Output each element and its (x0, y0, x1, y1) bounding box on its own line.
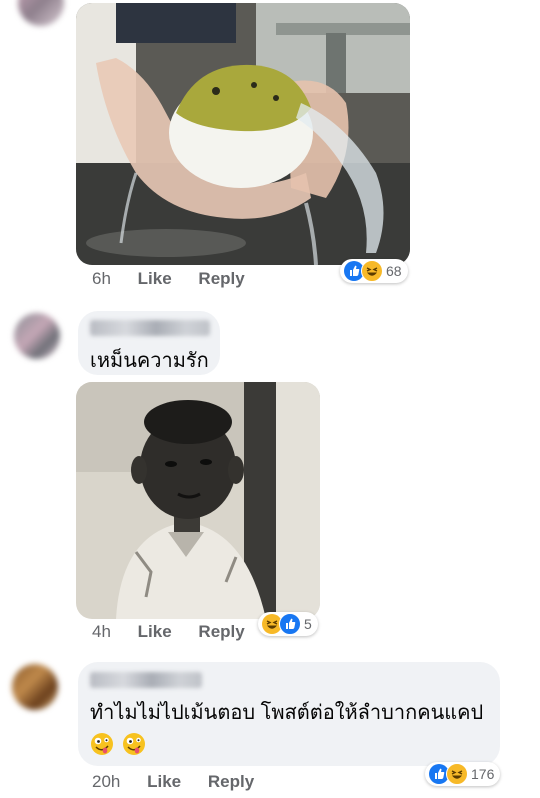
reaction-count: 68 (386, 263, 402, 279)
comment-timestamp[interactable]: 4h (92, 622, 111, 642)
comment-meta: 4h Like Reply (92, 622, 267, 642)
comment-meta: 20h Like Reply (92, 772, 276, 792)
zany-face-icon (91, 733, 113, 755)
commenter-avatar[interactable] (18, 0, 64, 26)
comment-timestamp[interactable]: 6h (92, 269, 111, 289)
reaction-summary[interactable]: 68 (340, 259, 408, 283)
like-icon (279, 613, 301, 635)
haha-icon (361, 260, 383, 282)
reaction-summary[interactable]: 176 (425, 762, 501, 786)
commenter-avatar[interactable] (14, 313, 60, 359)
comment-photo-pufferfish[interactable] (76, 3, 410, 265)
comment-emoji-row (90, 732, 150, 756)
comment-bubble[interactable]: ทำไมไม่ไปเม้นตอบ โพสต์ต่อให้ลำบากคนแคป (78, 662, 500, 766)
commenter-avatar[interactable] (12, 664, 58, 710)
comment-text: เหม็นความรัก (90, 350, 209, 372)
zany-face-icon (123, 733, 146, 755)
comment-text: ทำไมไม่ไปเม้นตอบ โพสต์ต่อให้ลำบากคนแคป (90, 702, 484, 724)
reply-link[interactable]: Reply (198, 622, 244, 642)
reply-link[interactable]: Reply (198, 269, 244, 289)
comment-meta: 6h Like Reply (92, 269, 267, 289)
comment-photo-child[interactable] (76, 382, 320, 619)
comment-bubble[interactable]: เหม็นความรัก (78, 311, 220, 375)
comment-timestamp[interactable]: 20h (92, 772, 120, 792)
reaction-count: 5 (304, 616, 312, 632)
reaction-count: 176 (471, 766, 495, 782)
reply-link[interactable]: Reply (208, 772, 254, 792)
like-link[interactable]: Like (147, 772, 181, 792)
commenter-name-blurred[interactable] (90, 672, 202, 688)
reaction-summary[interactable]: 5 (258, 612, 318, 636)
haha-icon (446, 763, 468, 785)
like-link[interactable]: Like (138, 622, 172, 642)
commenter-name-blurred[interactable] (90, 320, 210, 336)
like-link[interactable]: Like (138, 269, 172, 289)
